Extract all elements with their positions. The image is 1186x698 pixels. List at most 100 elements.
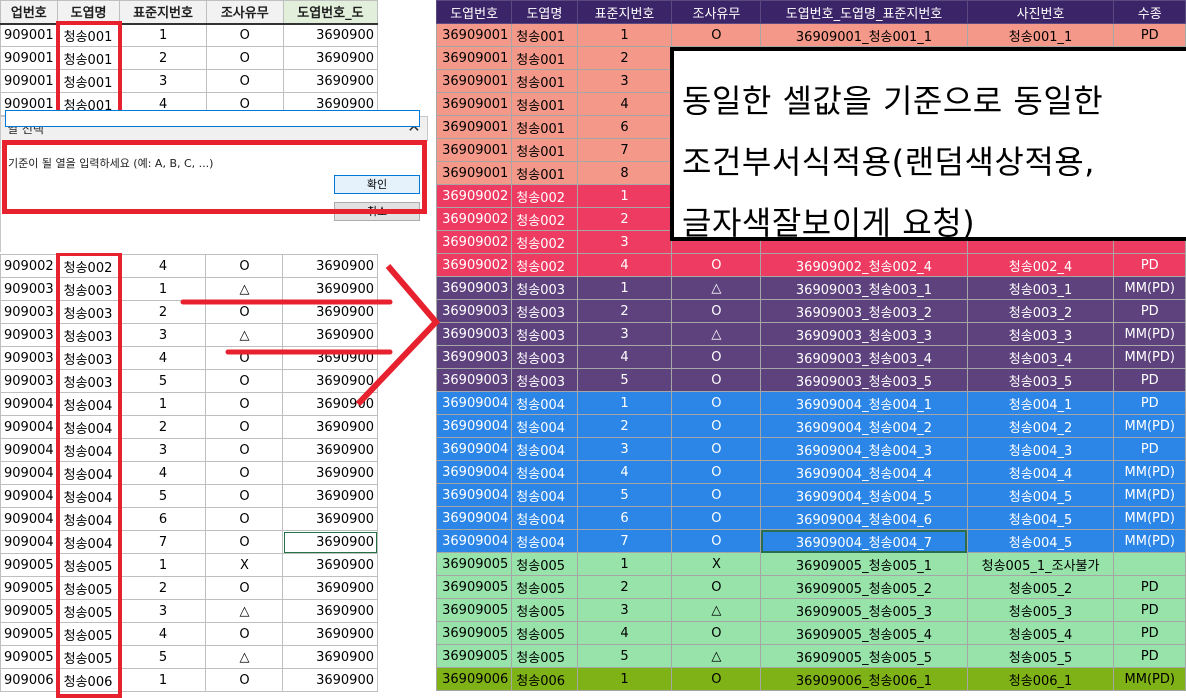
- right-table-cell[interactable]: 36909006: [436, 667, 513, 691]
- left-table-cell[interactable]: O: [205, 300, 284, 324]
- right-table-cell[interactable]: 2: [576, 575, 673, 599]
- right-header-cell[interactable]: 도엽번호: [436, 0, 513, 24]
- right-table-cell[interactable]: 36909003_청송003_3: [760, 322, 968, 346]
- left-table-cell[interactable]: 909003: [0, 369, 58, 393]
- left-table-cell[interactable]: O: [205, 484, 284, 508]
- right-table-cell[interactable]: 청송004: [511, 460, 578, 484]
- ok-button[interactable]: 확인: [334, 175, 420, 194]
- right-table-cell[interactable]: 36909005: [436, 575, 513, 599]
- left-table-cell[interactable]: 909004: [0, 530, 58, 554]
- left-table-cell[interactable]: 청송005: [56, 622, 121, 646]
- left-table-cell[interactable]: 3690900: [282, 484, 378, 508]
- right-table-cell[interactable]: 청송003_1: [966, 276, 1115, 300]
- left-table-cell[interactable]: 3: [119, 438, 207, 462]
- left-table-cell[interactable]: 청송003: [56, 277, 121, 301]
- left-table-cell[interactable]: O: [205, 392, 284, 416]
- left-table-cell[interactable]: 3: [119, 599, 207, 623]
- right-table-cell[interactable]: 4: [576, 460, 673, 484]
- left-table-cell[interactable]: O: [205, 46, 284, 70]
- right-table-cell[interactable]: 3: [576, 230, 673, 254]
- right-table-cell[interactable]: 1: [576, 391, 673, 415]
- right-table-cell[interactable]: MM(PD): [1113, 529, 1186, 553]
- left-header-cell[interactable]: 표준지번호: [119, 0, 207, 25]
- right-table-cell[interactable]: 36909004_청송004_3: [760, 437, 968, 461]
- right-table-cell[interactable]: O: [671, 483, 762, 507]
- right-table-cell[interactable]: 청송003: [511, 322, 578, 346]
- right-table-cell[interactable]: 36909001: [436, 46, 513, 70]
- right-table-cell[interactable]: 2: [576, 299, 673, 323]
- left-table-cell[interactable]: 3690900: [282, 23, 378, 47]
- left-table-cell[interactable]: △: [205, 599, 284, 623]
- cancel-button[interactable]: 취소: [334, 202, 420, 221]
- left-table-cell[interactable]: 1: [119, 277, 207, 301]
- right-table-cell[interactable]: 청송002: [511, 253, 578, 277]
- left-table-cell[interactable]: 청송004: [56, 438, 121, 462]
- right-table-cell[interactable]: 청송001: [511, 69, 578, 93]
- right-table-cell[interactable]: △: [671, 598, 762, 622]
- left-table-cell[interactable]: 청송004: [56, 484, 121, 508]
- left-table-cell[interactable]: 6: [119, 507, 207, 531]
- right-table-cell[interactable]: 청송004_2: [966, 414, 1115, 438]
- left-header-cell[interactable]: 조사유무: [205, 0, 284, 25]
- right-table-cell[interactable]: 36909006_청송006_1: [760, 667, 968, 691]
- left-table-cell[interactable]: 1: [119, 392, 207, 416]
- right-table-cell[interactable]: 36909003_청송003_5: [760, 368, 968, 392]
- right-table-cell[interactable]: MM(PD): [1113, 460, 1186, 484]
- right-header-cell[interactable]: 조사유무: [671, 0, 762, 24]
- left-table-cell[interactable]: 909004: [0, 507, 58, 531]
- right-table-cell[interactable]: 36909005: [436, 644, 513, 668]
- right-table-cell[interactable]: 4: [576, 253, 673, 277]
- right-table-cell[interactable]: 청송001: [511, 138, 578, 162]
- right-table-cell[interactable]: MM(PD): [1113, 506, 1186, 530]
- right-table-cell[interactable]: 청송001: [511, 92, 578, 116]
- right-table-cell[interactable]: 36909001: [436, 115, 513, 139]
- left-spreadsheet[interactable]: 업번호 도엽명 표준지번호 조사유무 도엽번호_도 909001 청송001 1 O 3…: [0, 0, 378, 698]
- left-table-cell[interactable]: △: [205, 323, 284, 347]
- right-table-cell[interactable]: 36909002: [436, 253, 513, 277]
- left-table-cell[interactable]: 3690900: [282, 530, 378, 554]
- right-table-cell[interactable]: 36909004_청송004_1: [760, 391, 968, 415]
- right-header-cell[interactable]: 사진번호: [966, 0, 1115, 24]
- right-table-cell[interactable]: 36909003: [436, 322, 513, 346]
- left-table-cell[interactable]: O: [205, 438, 284, 462]
- right-table-cell[interactable]: 청송004: [511, 506, 578, 530]
- right-table-cell[interactable]: 6: [576, 506, 673, 530]
- left-table-cell[interactable]: 청송004: [56, 507, 121, 531]
- right-table-cell[interactable]: 36909002: [436, 184, 513, 208]
- left-table-cell[interactable]: 909004: [0, 461, 58, 485]
- right-table-cell[interactable]: 4: [576, 345, 673, 369]
- right-table-cell[interactable]: O: [671, 667, 762, 691]
- left-table-cell[interactable]: 5: [119, 484, 207, 508]
- left-table-cell[interactable]: 3690900: [282, 300, 378, 324]
- right-table-cell[interactable]: 4: [576, 92, 673, 116]
- right-table-cell[interactable]: 7: [576, 529, 673, 553]
- left-table-cell[interactable]: 1: [119, 668, 207, 692]
- right-table-cell[interactable]: 36909004_청송004_4: [760, 460, 968, 484]
- right-table-cell[interactable]: 36909001: [436, 92, 513, 116]
- left-table-cell[interactable]: O: [205, 530, 284, 554]
- right-table-cell[interactable]: 3: [576, 437, 673, 461]
- right-table-cell[interactable]: 청송003_2: [966, 299, 1115, 323]
- left-header-cell[interactable]: 도엽명: [56, 0, 121, 25]
- left-table-cell[interactable]: O: [205, 576, 284, 600]
- right-table-cell[interactable]: O: [671, 529, 762, 553]
- right-table-cell[interactable]: O: [671, 391, 762, 415]
- right-table-cell[interactable]: O: [671, 253, 762, 277]
- right-table-cell[interactable]: 5: [576, 368, 673, 392]
- left-table-cell[interactable]: 909001: [0, 23, 58, 47]
- left-table-cell[interactable]: 2: [119, 300, 207, 324]
- left-table-cell[interactable]: 3690900: [282, 599, 378, 623]
- right-table-cell[interactable]: O: [671, 368, 762, 392]
- left-header-cell[interactable]: 업번호: [0, 0, 58, 25]
- left-table-cell[interactable]: O: [205, 461, 284, 485]
- left-table-cell[interactable]: 청송006: [56, 668, 121, 692]
- left-table-cell[interactable]: 909004: [0, 392, 58, 416]
- right-table-cell[interactable]: 4: [576, 621, 673, 645]
- right-table-cell[interactable]: 36909004: [436, 529, 513, 553]
- right-table-cell[interactable]: 36909004: [436, 437, 513, 461]
- left-table-cell[interactable]: 909002: [0, 254, 58, 278]
- left-table-cell[interactable]: 909005: [0, 622, 58, 646]
- left-table-cell[interactable]: 청송003: [56, 323, 121, 347]
- left-table-cell[interactable]: 5: [119, 645, 207, 669]
- left-table-cell[interactable]: O: [205, 69, 284, 93]
